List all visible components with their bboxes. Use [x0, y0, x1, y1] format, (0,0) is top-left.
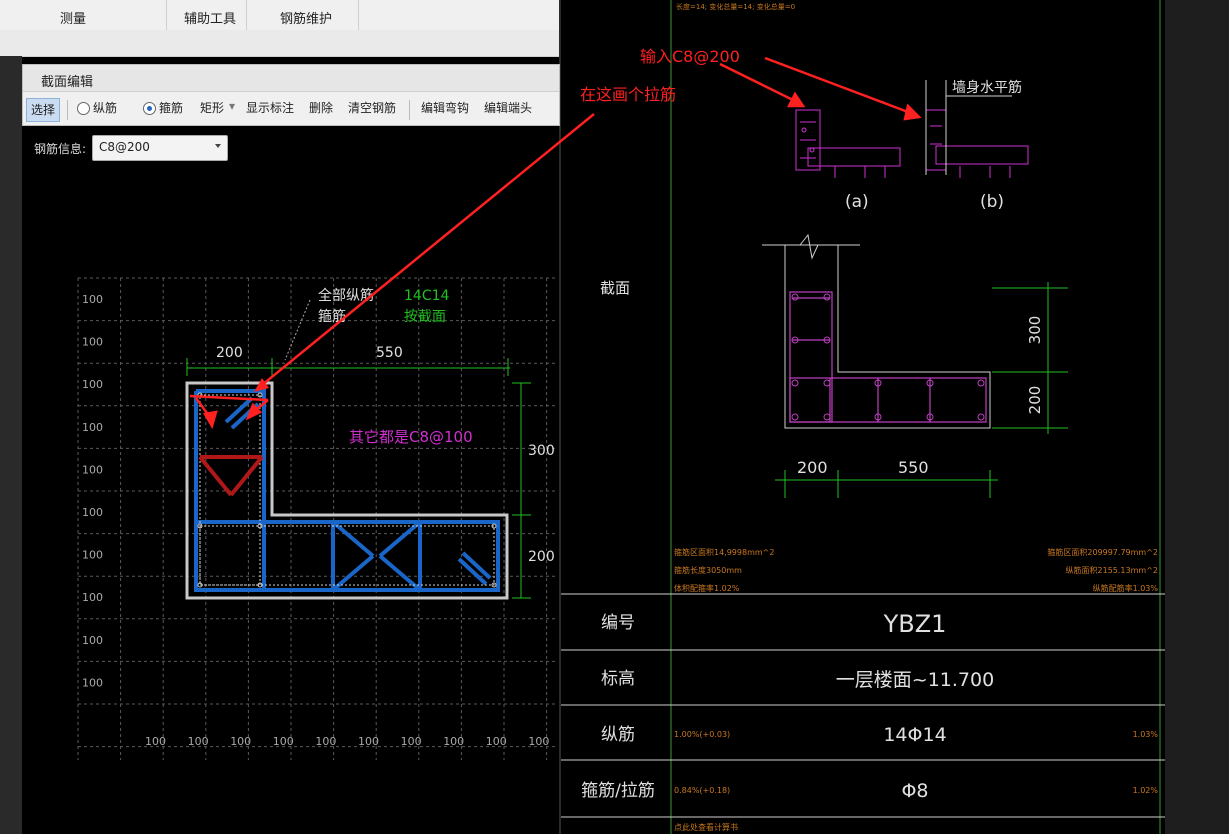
edit-hook-button[interactable]: 编辑弯钩	[421, 99, 469, 116]
dim-top-left: 200	[216, 345, 243, 361]
right-note: 纵筋配筋率1.03%	[1093, 583, 1159, 593]
dim-top-right: 550	[376, 345, 403, 361]
rebar-info-value: C8@200	[99, 140, 150, 154]
rebar-info-combo[interactable]: C8@200	[92, 135, 228, 161]
stirrup-radio[interactable]	[143, 102, 156, 115]
shape-dropdown[interactable]: 矩形	[200, 99, 224, 116]
section-label: 截面	[600, 279, 630, 297]
toolbar-separator	[409, 100, 410, 120]
grid-label: 100	[315, 735, 336, 748]
cad-drawing[interactable]: 长度=14; 变化总量=14; 变化总量=0 墙身水平筋 (a) (b) 截面	[561, 0, 1165, 834]
grid-label: 100	[528, 735, 549, 748]
rebar-info-label: 钢筋信息:	[34, 142, 87, 156]
table-footer-note: 点此处查看计算书	[674, 822, 738, 832]
right-note: 箍筋区面积209997.79mm^2	[1047, 547, 1158, 557]
combo-arrow-icon[interactable]	[215, 144, 221, 148]
grid-label: 100	[145, 735, 166, 748]
menu-separator	[246, 0, 247, 30]
all-long-label: 全部纵筋	[318, 287, 374, 304]
dim-300: 300	[1026, 316, 1044, 345]
panel-titlebar[interactable]: 截面编辑	[23, 65, 559, 92]
fig-b-label: (b)	[980, 192, 1004, 212]
table-label: 纵筋	[601, 725, 635, 745]
others-annotation: 其它都是C8@100	[349, 428, 473, 446]
grid-label: 100	[188, 735, 209, 748]
dim-200h: 200	[797, 458, 828, 477]
dim-200v: 200	[1026, 386, 1044, 415]
dim-right-upper: 300	[528, 443, 555, 459]
grid-label: 100	[82, 591, 103, 604]
table-label: 标高	[601, 669, 635, 689]
dim-550: 550	[898, 458, 929, 477]
edit-end-button[interactable]: 编辑端头	[484, 99, 532, 116]
table-value: 14Φ14	[883, 724, 946, 746]
top-menu-bar: 测量 辅助工具 钢筋维护	[0, 0, 560, 31]
right-note: 纵筋面积2155.13mm^2	[1066, 565, 1158, 575]
section-canvas[interactable]: 100 100 100 100 100 100 100 100 100 100 100 100 100 1…	[22, 124, 559, 834]
table-value: 一层楼面~11.700	[836, 669, 994, 691]
sub-toolbar	[0, 30, 560, 57]
table-value: YBZ1	[883, 610, 947, 638]
toolbar-separator	[67, 100, 68, 120]
panel-title: 截面编辑	[41, 75, 94, 90]
wall-horizontal-label: 墙身水平筋	[952, 79, 1022, 96]
grid-label: 100	[82, 293, 103, 306]
grid-label: 100	[82, 336, 103, 349]
grid-label: 100	[82, 549, 103, 562]
stirrup-label[interactable]: 箍筋	[159, 99, 183, 116]
longitudinal-label[interactable]: 纵筋	[93, 99, 117, 116]
input-annotation: 输入C8@200	[640, 47, 740, 66]
left-note: 箍筋区面积14,9998mm^2	[674, 547, 774, 557]
clear-rebar-button[interactable]: 清空钢筋	[348, 99, 396, 116]
grid-label: 100	[358, 735, 379, 748]
grid-label: 100	[82, 463, 103, 476]
stirrup-label: 箍筋	[318, 308, 346, 325]
fig-a-label: (a)	[845, 192, 869, 212]
menu-aux-tools[interactable]: 辅助工具	[184, 8, 236, 27]
shape-dropdown-arrow-icon[interactable]: ▾	[229, 99, 235, 113]
stirrup-value: 按截面	[404, 309, 446, 325]
grid-label: 100	[443, 735, 464, 748]
section-edit-panel: 截面编辑 选择 纵筋 箍筋 矩形 ▾ 显示标注 删除 清空钢筋 编辑弯钩 编辑端…	[22, 64, 560, 126]
grid-label: 100	[230, 735, 251, 748]
table-right-note: 1.03%	[1133, 730, 1159, 739]
table-value: Φ8	[901, 780, 928, 802]
table-right-note: 1.02%	[1133, 786, 1159, 795]
menu-separator	[166, 0, 167, 30]
top-note: 长度=14; 变化总量=14; 变化总量=0	[676, 2, 795, 11]
grid-label: 100	[273, 735, 294, 748]
longitudinal-radio[interactable]	[77, 102, 90, 115]
table-label: 编号	[601, 613, 635, 633]
delete-button[interactable]: 删除	[309, 99, 333, 116]
table-left-note: 1.00%(+0.03)	[674, 730, 730, 739]
menu-measure[interactable]: 测量	[60, 8, 86, 27]
grid-label: 100	[82, 378, 103, 391]
grid-label: 100	[82, 676, 103, 689]
all-long-value: 14C14	[404, 288, 449, 304]
grid-label: 100	[401, 735, 422, 748]
left-note: 箍筋长度3050mm	[674, 565, 742, 575]
menu-separator	[358, 0, 359, 30]
grid-label: 100	[486, 735, 507, 748]
select-button[interactable]: 选择	[26, 98, 61, 122]
left-note: 体积配箍率1.02%	[674, 583, 740, 593]
right-strip	[1165, 0, 1229, 834]
table-left-note: 0.84%(+0.18)	[674, 786, 730, 795]
menu-rebar-maint[interactable]: 钢筋维护	[280, 8, 332, 27]
show-labels-button[interactable]: 显示标注	[246, 99, 294, 116]
grid-label: 100	[82, 634, 103, 647]
dim-right-lower: 200	[528, 549, 555, 565]
grid-label: 100	[82, 506, 103, 519]
left-strip	[0, 56, 22, 834]
table-label: 箍筋/拉筋	[581, 781, 655, 801]
grid-label: 100	[82, 421, 103, 434]
